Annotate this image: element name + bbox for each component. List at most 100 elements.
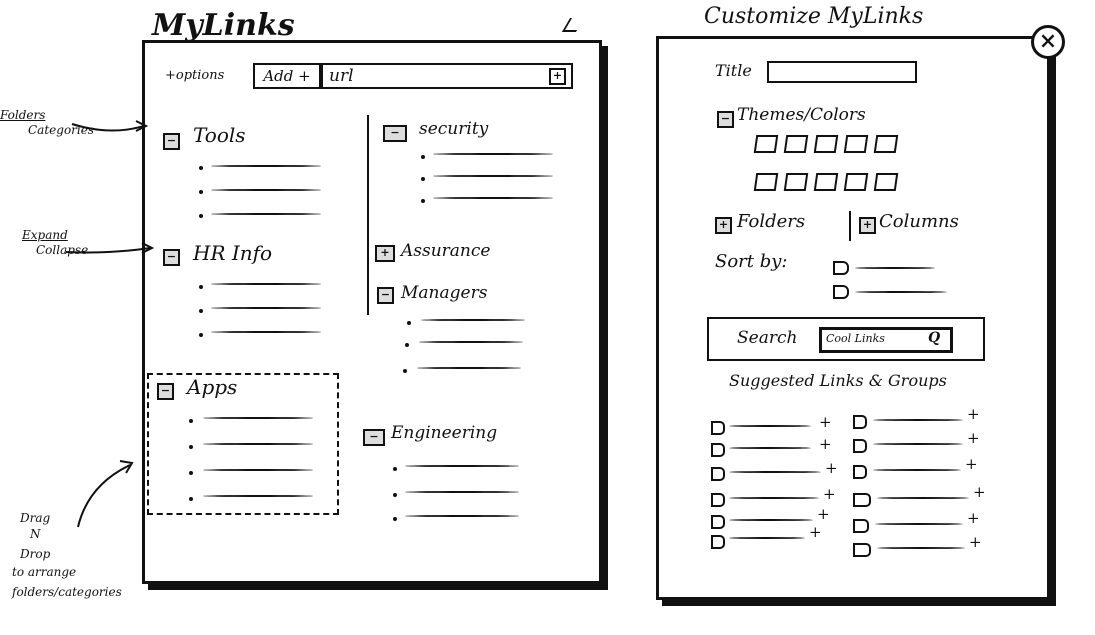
link-line[interactable]: [405, 465, 519, 467]
add-suggestion-icon[interactable]: +: [823, 485, 836, 503]
url-input[interactable]: url +: [321, 63, 573, 89]
pencil-icon[interactable]: [561, 18, 585, 32]
collapse-icon[interactable]: −: [157, 383, 174, 400]
theme-swatch[interactable]: [843, 135, 869, 153]
radio-icon[interactable]: [833, 285, 849, 299]
divider: [849, 211, 851, 241]
theme-swatch[interactable]: [783, 173, 809, 191]
add-suggestion-icon[interactable]: +: [809, 523, 822, 541]
link-line[interactable]: [405, 491, 519, 493]
theme-swatch[interactable]: [783, 135, 809, 153]
collapse-icon[interactable]: −: [377, 287, 394, 304]
theme-swatch[interactable]: [813, 173, 839, 191]
drag-drop-zone[interactable]: − Apps: [147, 373, 339, 515]
add-suggestion-icon[interactable]: +: [819, 413, 832, 431]
annotation-text: folders/categories: [12, 585, 122, 599]
list-item[interactable]: +: [711, 413, 841, 437]
list-item[interactable]: +: [711, 435, 841, 459]
arrow-icon: [65, 242, 155, 254]
add-suggestion-icon[interactable]: +: [819, 435, 832, 453]
link-line[interactable]: [203, 495, 313, 497]
theme-swatch[interactable]: [873, 173, 899, 191]
list-item[interactable]: +: [711, 523, 841, 551]
link-line[interactable]: [211, 189, 321, 191]
theme-swatch[interactable]: [813, 135, 839, 153]
list-item[interactable]: +: [853, 429, 993, 455]
add-suggestion-icon[interactable]: +: [825, 459, 838, 477]
link-line[interactable]: [203, 417, 313, 419]
item-icon: [853, 439, 867, 453]
column-divider: [367, 115, 369, 315]
link-bullet: [199, 166, 203, 170]
themes-label: Themes/Colors: [737, 105, 866, 125]
title-input[interactable]: [767, 61, 917, 83]
link-line[interactable]: [405, 515, 519, 517]
add-suggestion-icon[interactable]: +: [967, 509, 980, 527]
add-suggestion-icon[interactable]: +: [969, 533, 982, 551]
list-item[interactable]: +: [853, 405, 993, 431]
item-line: [877, 547, 965, 549]
collapse-icon[interactable]: −: [717, 111, 734, 128]
link-line[interactable]: [211, 283, 321, 285]
collapse-icon[interactable]: −: [383, 125, 407, 142]
link-line[interactable]: [419, 341, 523, 343]
folder-engineering[interactable]: − Engineering: [359, 423, 589, 533]
folder-security[interactable]: − security: [379, 119, 589, 209]
theme-swatch[interactable]: [753, 173, 779, 191]
item-line: [729, 497, 819, 499]
item-line: [729, 471, 821, 473]
list-item[interactable]: +: [711, 459, 841, 483]
link-line[interactable]: [433, 175, 553, 177]
link-line[interactable]: [433, 153, 553, 155]
link-bullet: [421, 199, 425, 203]
folder-title: Tools: [193, 123, 246, 147]
add-column-icon[interactable]: +: [859, 217, 876, 234]
close-icon[interactable]: ×: [1031, 25, 1065, 59]
collapse-icon[interactable]: −: [163, 133, 180, 150]
url-add-icon[interactable]: +: [549, 68, 566, 85]
link-line[interactable]: [211, 331, 321, 333]
add-suggestion-icon[interactable]: +: [973, 483, 986, 501]
link-line[interactable]: [417, 367, 521, 369]
add-suggestion-icon[interactable]: +: [967, 405, 980, 423]
theme-swatch[interactable]: [873, 135, 899, 153]
folder-hr-info[interactable]: − HR Info: [159, 241, 359, 351]
link-line[interactable]: [421, 319, 525, 321]
list-item[interactable]: +: [853, 455, 993, 481]
link-line[interactable]: [211, 165, 321, 167]
list-item[interactable]: +: [853, 483, 993, 509]
folder-managers[interactable]: − Managers: [373, 283, 583, 383]
add-button[interactable]: Add +: [253, 63, 321, 89]
title-label: Title: [715, 61, 752, 80]
search-input[interactable]: Cool Links Q: [819, 327, 953, 353]
link-line[interactable]: [211, 213, 321, 215]
list-item[interactable]: +: [853, 533, 993, 559]
add-folder-icon[interactable]: +: [715, 217, 732, 234]
link-line[interactable]: [203, 443, 313, 445]
link-line[interactable]: [211, 307, 321, 309]
theme-swatch[interactable]: [843, 173, 869, 191]
add-suggestion-icon[interactable]: +: [965, 455, 978, 473]
item-line: [873, 443, 963, 445]
sort-option[interactable]: [833, 259, 963, 275]
add-suggestion-icon[interactable]: +: [967, 429, 980, 447]
folder-assurance[interactable]: + Assurance: [373, 241, 583, 267]
link-bullet: [393, 493, 397, 497]
search-icon[interactable]: Q: [928, 330, 940, 346]
link-line[interactable]: [203, 469, 313, 471]
radio-icon[interactable]: [833, 261, 849, 275]
expand-icon[interactable]: +: [375, 245, 395, 262]
theme-swatches: [753, 135, 955, 195]
collapse-icon[interactable]: −: [363, 429, 385, 446]
list-item[interactable]: +: [853, 509, 993, 535]
collapse-icon[interactable]: −: [163, 249, 180, 266]
options-link[interactable]: +options: [165, 68, 224, 83]
folder-tools[interactable]: − Tools: [159, 123, 359, 223]
item-icon: [853, 493, 871, 507]
sort-line: [855, 291, 947, 293]
sort-option[interactable]: [833, 283, 963, 299]
add-suggestion-icon[interactable]: +: [817, 505, 830, 523]
theme-swatch[interactable]: [753, 135, 779, 153]
link-line[interactable]: [433, 197, 553, 199]
folder-title: Managers: [401, 283, 488, 303]
